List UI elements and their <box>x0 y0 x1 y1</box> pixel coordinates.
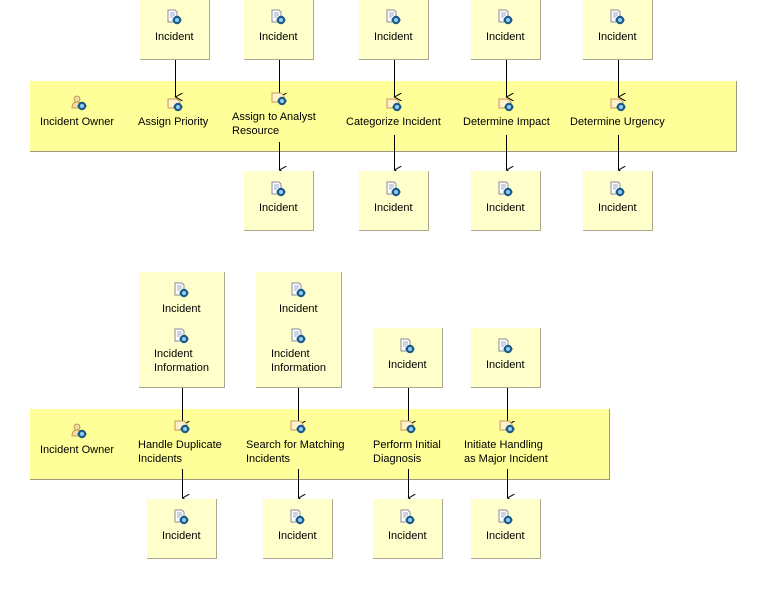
task-label: Resource <box>232 125 280 137</box>
artifact-label: Incident <box>278 530 317 542</box>
role-label: Incident Owner <box>40 116 114 128</box>
task-label: Incidents <box>246 453 291 465</box>
artifact-label: Incident <box>388 530 427 542</box>
artifact-label: Incident <box>598 31 637 43</box>
document-artifact-icon <box>172 328 190 344</box>
document-artifact-icon <box>496 9 514 25</box>
document-artifact-icon <box>172 282 190 298</box>
artifact-incident-output[interactable]: Incident <box>359 171 429 231</box>
artifact-incident-input[interactable]: Incident <box>244 0 314 60</box>
artifact-incident-output[interactable]: Incident <box>147 499 217 559</box>
artifact-label: Incident <box>374 202 413 214</box>
artifact-label: Incident <box>388 359 427 371</box>
artifact-incident-input[interactable]: Incident <box>471 328 541 388</box>
role-label: Incident Owner <box>40 444 114 456</box>
artifact-label: Incident <box>155 31 194 43</box>
artifact-label: Incident <box>486 202 525 214</box>
task-icon <box>385 96 403 112</box>
artifact-incident-input[interactable]: Incident <box>471 0 541 60</box>
artifact-label: Incident <box>486 530 525 542</box>
task-icon <box>609 96 627 112</box>
artifact-incident-input[interactable]: Incident <box>140 0 210 60</box>
document-artifact-icon <box>608 9 626 25</box>
task-icon <box>399 418 417 434</box>
task-label: Perform Initial <box>373 439 441 451</box>
role-user-icon <box>70 95 88 111</box>
document-artifact-icon <box>172 509 190 525</box>
task-icon <box>166 96 184 112</box>
artifact-label: Incident <box>162 303 201 315</box>
artifact-label: Incident <box>486 31 525 43</box>
task-label: Assign Priority <box>138 116 209 128</box>
document-artifact-icon <box>384 181 402 197</box>
artifact-incident-output[interactable]: Incident <box>583 171 653 231</box>
artifact-incident-output[interactable]: Incident <box>373 499 443 559</box>
artifact-label: Incident <box>374 31 413 43</box>
task-icon <box>270 90 288 106</box>
task-icon <box>498 418 516 434</box>
artifact-group-input[interactable]: Incident Incident Information <box>139 272 225 388</box>
document-artifact-icon <box>288 509 306 525</box>
artifact-label: Incident <box>271 348 310 360</box>
artifact-label: Incident <box>259 202 298 214</box>
artifact-incident-output[interactable]: Incident <box>471 171 541 231</box>
task-label: Assign to Analyst <box>232 111 316 123</box>
document-artifact-icon <box>165 9 183 25</box>
artifact-group-input[interactable]: Incident Incident Information <box>256 272 342 388</box>
artifact-label: Incident <box>154 348 193 360</box>
task-label: as Major Incident <box>464 453 548 465</box>
artifact-incident-output[interactable]: Incident <box>471 499 541 559</box>
artifact-label: Incident <box>259 31 298 43</box>
document-artifact-icon <box>496 509 514 525</box>
artifact-incident-output[interactable]: Incident <box>244 171 314 231</box>
document-artifact-icon <box>289 328 307 344</box>
task-icon <box>173 418 191 434</box>
artifact-label: Incident <box>486 359 525 371</box>
task-label: Diagnosis <box>373 453 422 465</box>
task-label: Initiate Handling <box>464 439 543 451</box>
task-label: Determine Urgency <box>570 116 665 128</box>
document-artifact-icon <box>608 181 626 197</box>
task-label: Determine Impact <box>463 116 550 128</box>
artifact-label: Information <box>271 362 327 374</box>
document-artifact-icon <box>384 9 402 25</box>
task-label: Incidents <box>138 453 183 465</box>
artifact-label: Incident <box>279 303 318 315</box>
document-artifact-icon <box>289 282 307 298</box>
artifact-label: Information <box>154 362 210 374</box>
task-icon <box>497 96 515 112</box>
task-label: Search for Matching <box>246 439 345 451</box>
document-artifact-icon <box>269 9 287 25</box>
document-artifact-icon <box>496 181 514 197</box>
task-label: Handle Duplicate <box>138 439 222 451</box>
artifact-incident-input[interactable]: Incident <box>583 0 653 60</box>
artifact-label: Incident <box>598 202 637 214</box>
artifact-incident-output[interactable]: Incident <box>263 499 333 559</box>
task-label: Categorize Incident <box>346 116 441 128</box>
artifact-incident-input[interactable]: Incident <box>359 0 429 60</box>
artifact-incident-input[interactable]: Incident <box>373 328 443 388</box>
document-artifact-icon <box>398 509 416 525</box>
document-artifact-icon <box>496 338 514 354</box>
task-icon <box>289 418 307 434</box>
document-artifact-icon <box>269 181 287 197</box>
role-user-icon <box>70 423 88 439</box>
document-artifact-icon <box>398 338 416 354</box>
artifact-label: Incident <box>162 530 201 542</box>
